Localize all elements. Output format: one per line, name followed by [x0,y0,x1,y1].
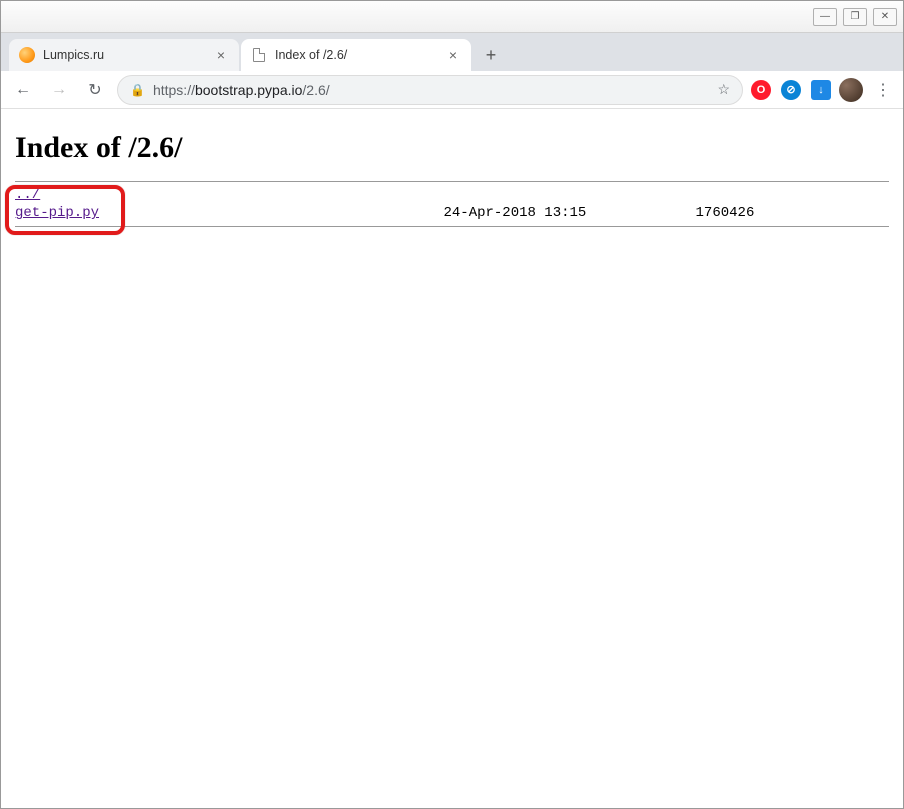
tab-close-icon[interactable]: × [445,47,461,63]
address-bar[interactable]: 🔒 https://bootstrap.pypa.io/2.6/ ☆ [117,75,743,105]
lock-icon: 🔒 [130,83,145,97]
url-path: /2.6/ [302,82,329,98]
window-close-button[interactable]: ✕ [873,8,897,26]
bookmark-star-icon[interactable]: ☆ [717,81,730,98]
page-content: Index of /2.6/ ../ get-pip.py 24-Apr-201… [1,109,903,808]
url-scheme: https:// [153,82,195,98]
downloader-icon[interactable]: ↓ [811,80,831,100]
window-minimize-button[interactable]: — [813,8,837,26]
browser-toolbar: ← → ↻ 🔒 https://bootstrap.pypa.io/2.6/ ☆… [1,71,903,109]
url-host: bootstrap.pypa.io [195,82,302,98]
tab-strip: Lumpics.ru × Index of /2.6/ × + [1,33,903,71]
reload-button[interactable]: ↻ [81,76,109,104]
forward-button[interactable]: → [45,76,73,104]
new-tab-button[interactable]: + [477,41,505,69]
window-titlebar: — ❐ ✕ [1,1,903,33]
extension-icons: O ⊘ ↓ [751,80,831,100]
browser-window: — ❐ ✕ Lumpics.ru × Index of /2.6/ × + ← … [0,0,904,809]
adblock-icon[interactable]: ⊘ [781,80,801,100]
page-title: Index of /2.6/ [15,131,889,165]
divider [15,181,889,182]
opera-icon[interactable]: O [751,80,771,100]
browser-menu-button[interactable]: ⋮ [871,78,895,102]
tab-close-icon[interactable]: × [213,47,229,63]
divider [15,226,889,227]
file-link-get-pip[interactable]: get-pip.py [15,205,99,221]
tab-lumpics[interactable]: Lumpics.ru × [9,39,239,71]
url-text: https://bootstrap.pypa.io/2.6/ [153,82,709,98]
tab-title: Lumpics.ru [43,48,213,62]
file-date: 24-Apr-2018 13:15 [443,205,586,221]
window-maximize-button[interactable]: ❐ [843,8,867,26]
parent-dir-link[interactable]: ../ [15,187,40,203]
tab-title: Index of /2.6/ [275,48,445,62]
tab-index[interactable]: Index of /2.6/ × [241,39,471,71]
directory-listing: ../ get-pip.py 24-Apr-2018 13:15 1760426 [15,186,889,222]
file-size: 1760426 [696,205,755,221]
orange-favicon-icon [19,47,35,63]
back-button[interactable]: ← [9,76,37,104]
profile-avatar[interactable] [839,78,863,102]
page-favicon-icon [251,47,267,63]
